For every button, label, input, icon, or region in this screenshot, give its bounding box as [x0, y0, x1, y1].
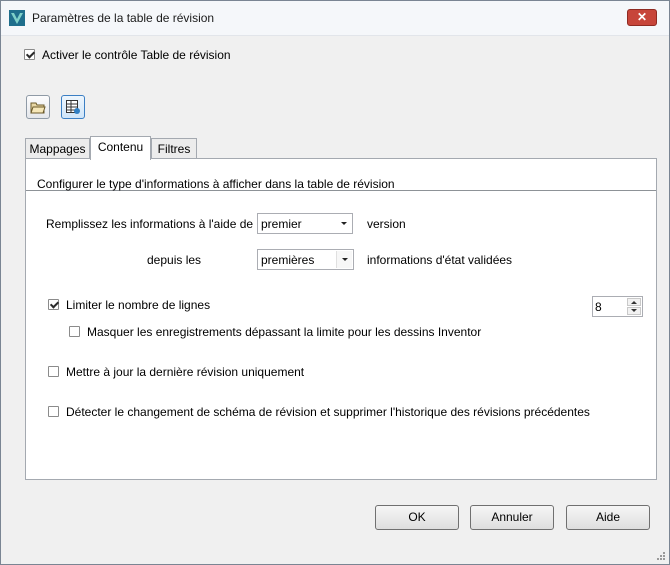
state-select[interactable]: premières — [257, 249, 354, 270]
fill-label: Remplissez les informations à l'aide de — [46, 217, 254, 231]
open-button[interactable] — [26, 95, 50, 119]
table-settings-button[interactable] — [61, 95, 85, 119]
enable-revision-label: Activer le contrôle Table de révision — [42, 48, 231, 62]
fill-suffix: version — [367, 217, 406, 231]
update-last-revision-label: Mettre à jour la dernière révision uniqu… — [66, 365, 305, 379]
detect-schema-label: Détecter le changement de schéma de révi… — [66, 405, 590, 419]
row-limit-value: 8 — [595, 300, 602, 314]
hide-records-checkbox[interactable] — [69, 326, 80, 337]
resize-grip-icon[interactable] — [656, 551, 666, 561]
tab-filtres[interactable]: Filtres — [151, 138, 197, 159]
table-settings-icon — [66, 100, 80, 114]
limit-rows-label: Limiter le nombre de lignes — [66, 298, 211, 312]
folder-open-icon — [30, 102, 46, 114]
version-select[interactable]: premier — [257, 213, 353, 234]
hide-records-label: Masquer les enregistrements dépassant la… — [87, 325, 482, 339]
from-label: depuis les — [147, 253, 202, 267]
tab-contenu[interactable]: Contenu — [90, 136, 151, 160]
panel-header: Configurer le type d'informations à affi… — [26, 159, 656, 191]
from-suffix: informations d'état validées — [367, 253, 513, 267]
help-button[interactable]: Aide — [566, 505, 650, 530]
panel-header-text: Configurer le type d'informations à affi… — [37, 177, 395, 191]
spin-down-icon[interactable] — [627, 307, 641, 315]
chevron-down-icon — [336, 251, 352, 268]
limit-rows-checkbox[interactable] — [48, 299, 59, 310]
close-button[interactable]: ✕ — [627, 9, 657, 26]
row-limit-stepper[interactable]: 8 — [592, 296, 643, 317]
tab-mappages[interactable]: Mappages — [25, 138, 90, 159]
cancel-button[interactable]: Annuler — [470, 505, 554, 530]
app-logo-icon — [9, 10, 25, 26]
dialog-window: Paramètres de la table de révision ✕ Act… — [0, 0, 670, 565]
content-panel: Configurer le type d'informations à affi… — [25, 158, 657, 480]
window-title: Paramètres de la table de révision — [32, 11, 215, 25]
ok-button[interactable]: OK — [375, 505, 459, 530]
chevron-down-icon — [336, 215, 351, 232]
update-last-revision-checkbox[interactable] — [48, 366, 59, 377]
title-bar[interactable]: Paramètres de la table de révision ✕ — [1, 1, 669, 36]
spin-up-icon[interactable] — [627, 298, 641, 306]
version-select-value: premier — [261, 217, 302, 231]
detect-schema-checkbox[interactable] — [48, 406, 59, 417]
enable-revision-checkbox[interactable] — [24, 49, 35, 60]
state-select-value: premières — [261, 253, 315, 267]
